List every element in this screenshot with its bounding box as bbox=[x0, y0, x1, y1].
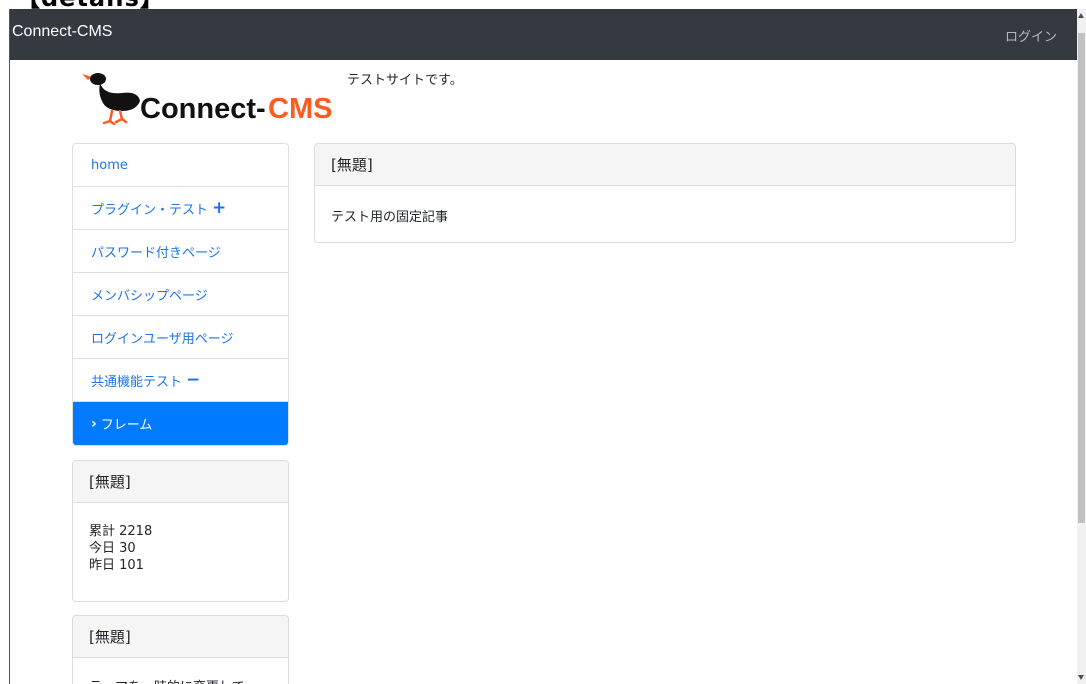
panel-body: テーマを一時的に変更して bbox=[73, 658, 288, 684]
chevron-right-icon: › bbox=[91, 415, 97, 432]
menu-item-login-user-page[interactable]: ログインユーザ用ページ bbox=[73, 316, 288, 359]
bird-icon bbox=[82, 73, 140, 125]
svg-text:Connect-: Connect- bbox=[140, 93, 266, 125]
login-link[interactable]: ログイン bbox=[1005, 26, 1057, 45]
menu-item-label: 共通機能テスト bbox=[91, 374, 183, 390]
site-description: テストサイトです。 bbox=[347, 73, 463, 88]
menu-item-membership-page[interactable]: メンバシップページ bbox=[73, 273, 288, 316]
minus-icon[interactable]: − bbox=[186, 371, 200, 389]
site-logo[interactable]: Connect- CMS bbox=[78, 65, 336, 125]
panel-body: 累計 2218 今日 30 昨日 101 bbox=[73, 503, 288, 589]
menu-item-label: home bbox=[91, 157, 128, 173]
scroll-thumb[interactable] bbox=[1078, 33, 1085, 523]
panel-title: [無題] bbox=[315, 144, 1015, 186]
browser-viewport: Connect-CMS ログイン Connect- CMS テストサイトです。 … bbox=[9, 9, 1077, 684]
panel-body: テスト用の固定記事 bbox=[331, 210, 449, 225]
menu-item-home[interactable]: home bbox=[73, 144, 288, 187]
side-menu: home プラグイン・テスト + パスワード付きページ メンバシップページ ログ… bbox=[72, 143, 289, 446]
main-content-panel: [無題] テスト用の固定記事 bbox=[314, 143, 1016, 243]
counter-today: 今日 30 bbox=[89, 541, 136, 556]
scroll-down-icon[interactable] bbox=[1078, 675, 1084, 680]
menu-item-label: メンバシップページ bbox=[91, 288, 208, 304]
menu-item-label: プラグイン・テスト bbox=[91, 202, 209, 218]
navbar-brand[interactable]: Connect-CMS bbox=[12, 23, 112, 41]
counter-yesterday: 昨日 101 bbox=[89, 558, 144, 573]
menu-item-label: パスワード付きページ bbox=[91, 245, 221, 261]
menu-item-label: ログインユーザ用ページ bbox=[91, 331, 234, 347]
menu-item-frame[interactable]: › フレーム bbox=[73, 402, 288, 445]
vertical-scrollbar[interactable] bbox=[1077, 9, 1086, 684]
counter-panel: [無題] 累計 2218 今日 30 昨日 101 bbox=[72, 460, 289, 602]
theme-panel: [無題] テーマを一時的に変更して bbox=[72, 615, 289, 684]
svg-text:CMS: CMS bbox=[268, 93, 332, 125]
menu-item-label: フレーム bbox=[100, 418, 153, 433]
counter-total: 累計 2218 bbox=[89, 524, 153, 539]
top-navbar: Connect-CMS ログイン bbox=[10, 9, 1077, 60]
plus-icon[interactable]: + bbox=[212, 199, 226, 217]
menu-item-password-page[interactable]: パスワード付きページ bbox=[73, 230, 288, 273]
menu-item-common-feature-test[interactable]: 共通機能テスト − bbox=[73, 359, 288, 402]
scroll-up-icon[interactable] bbox=[1078, 13, 1084, 18]
panel-title: [無題] bbox=[73, 461, 288, 503]
menu-item-plugin-test[interactable]: プラグイン・テスト + bbox=[73, 187, 288, 230]
panel-title: [無題] bbox=[73, 616, 288, 658]
